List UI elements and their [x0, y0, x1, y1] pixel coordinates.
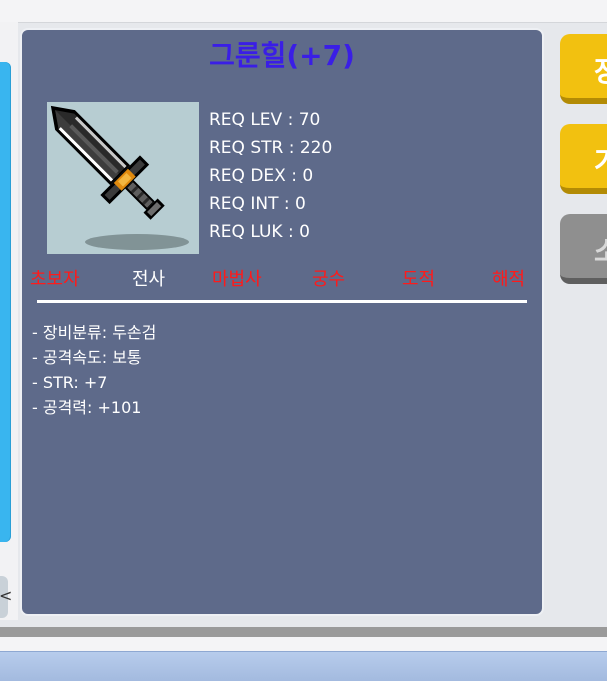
stat-str-bonus: - STR: +7 [32, 373, 108, 392]
bottom-status-bar [0, 651, 607, 681]
job-class-row: 초보자 전사 마법사 궁수 도적 해적 [30, 266, 534, 294]
req-dex: REQ DEX : 0 [209, 166, 314, 186]
req-str: REQ STR : 220 [209, 138, 333, 158]
item-title: 그룬힐(+7) [209, 39, 355, 72]
top-toolbar-strip [0, 0, 607, 23]
left-scroll-panel[interactable] [0, 62, 11, 542]
bottom-divider-bar [0, 627, 607, 637]
equip-button-label: 장 [594, 50, 607, 90]
job-thief: 도적 [402, 269, 436, 290]
stat-attack-power: - 공격력: +101 [32, 398, 142, 417]
disabled-side-button-label: 소 [594, 230, 607, 270]
disabled-side-button[interactable]: 소 [560, 214, 607, 284]
req-luk: REQ LUK : 0 [209, 222, 310, 242]
req-int: REQ INT : 0 [209, 194, 306, 214]
req-level: REQ LEV : 70 [209, 110, 321, 130]
equip-button[interactable]: 장 [560, 34, 607, 104]
stat-equipment-type: - 장비분류: 두손검 [32, 323, 157, 342]
requirements-list: REQ LEV : 70 REQ STR : 220 REQ DEX : 0 R… [209, 106, 332, 246]
two-handed-sword-icon [47, 102, 199, 254]
stat-attack-speed: - 공격속도: 보통 [32, 348, 142, 367]
section-divider [37, 300, 527, 303]
left-collapse-tab[interactable]: < [0, 576, 12, 618]
item-tooltip-card: 그룬힐(+7) REQ LEV: 70 REQ STR: 220 REQ D… [20, 28, 544, 616]
bottom-spacer [0, 637, 607, 651]
left-arrow-icon: < [0, 586, 13, 605]
job-archer: 궁수 [312, 269, 346, 290]
item-stats-list: - 장비분류: 두손검 - 공격속도: 보통 - STR: +7 - 공격력: … [32, 320, 156, 420]
job-warrior: 전사 [132, 269, 166, 290]
job-beginner: 초보자 [30, 269, 80, 290]
price-button[interactable]: 가 [560, 124, 607, 194]
job-magician: 마법사 [212, 269, 262, 290]
price-button-label: 가 [594, 140, 607, 180]
job-pirate: 해적 [492, 269, 526, 290]
